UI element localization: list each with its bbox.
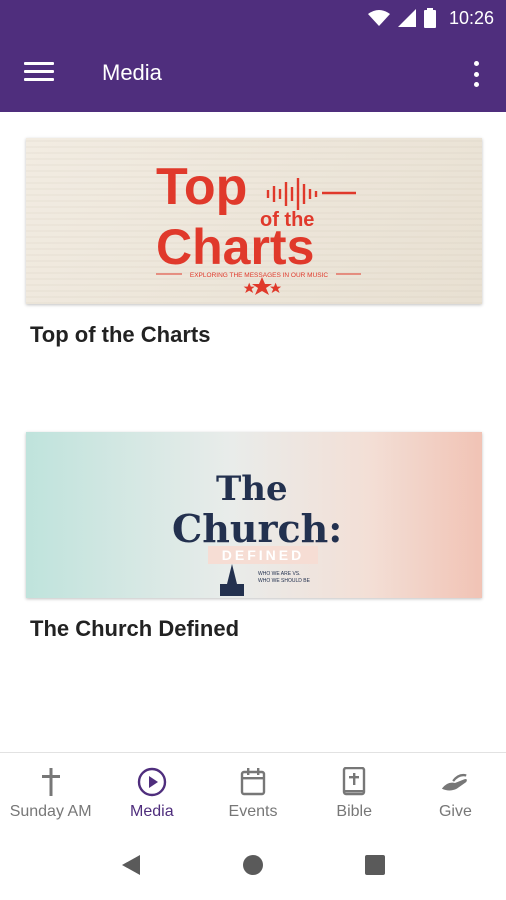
- home-icon[interactable]: [240, 852, 266, 878]
- banner-text-line1: Top: [156, 158, 247, 216]
- banner-text-line3: Charts: [156, 219, 314, 275]
- recents-icon[interactable]: [362, 852, 388, 878]
- giving-hand-icon: [440, 767, 470, 797]
- media-card-the-church-defined[interactable]: The Church: DEFINED WHO WE ARE VS. WHO W…: [26, 432, 482, 642]
- bible-icon: [339, 767, 369, 797]
- battery-icon: [424, 8, 436, 28]
- cross-icon: [36, 767, 66, 797]
- play-circle-icon: [137, 767, 167, 797]
- soundwave-icon: [266, 178, 356, 210]
- stars-decoration: [243, 277, 282, 295]
- banner-tagline-2: WHO WE SHOULD BE: [258, 578, 311, 584]
- media-list: Top of the Charts EXPLORING THE MESSAGES…: [0, 112, 506, 752]
- nav-label: Media: [130, 803, 174, 820]
- status-icons: [368, 8, 436, 28]
- nav-item-media[interactable]: Media: [101, 753, 202, 830]
- page-title: Media: [102, 60, 162, 85]
- nav-label: Give: [438, 803, 472, 820]
- system-nav-bar: [0, 830, 506, 900]
- banner-text-line2: Church:: [172, 506, 342, 551]
- status-bar: 10:26: [0, 0, 506, 36]
- status-time: 10:26: [448, 8, 494, 28]
- banner-text-line3: DEFINED: [222, 547, 304, 563]
- back-icon[interactable]: [118, 852, 144, 878]
- calendar-icon: [238, 767, 268, 797]
- nav-label: Sunday AM: [9, 803, 92, 820]
- wifi-icon: [368, 10, 390, 26]
- media-banner: The Church: DEFINED WHO WE ARE VS. WHO W…: [26, 432, 482, 598]
- nav-item-events[interactable]: Events: [202, 753, 303, 830]
- nav-label: Bible: [336, 803, 372, 820]
- media-card-top-of-the-charts[interactable]: Top of the Charts EXPLORING THE MESSAGES…: [26, 138, 482, 348]
- banner-tagline-1: WHO WE ARE VS.: [258, 571, 301, 577]
- media-title: The Church Defined: [30, 616, 240, 641]
- hamburger-menu-icon[interactable]: [24, 62, 54, 86]
- overflow-menu-icon[interactable]: [466, 58, 486, 90]
- nav-label: Events: [228, 803, 278, 820]
- media-banner: Top of the Charts EXPLORING THE MESSAGES…: [26, 138, 482, 304]
- signal-icon: [398, 9, 416, 27]
- nav-item-sunday-am[interactable]: Sunday AM: [0, 753, 101, 830]
- media-title: Top of the Charts: [30, 322, 211, 347]
- banner-tagline: EXPLORING THE MESSAGES IN OUR MUSIC: [190, 272, 329, 279]
- banner-text-line1: The: [216, 469, 288, 509]
- app-bar: Media: [0, 36, 506, 112]
- nav-item-bible[interactable]: Bible: [304, 753, 405, 830]
- bottom-nav: Sunday AM Media Events Bible Give: [0, 752, 506, 830]
- series-logo: Top of the Charts EXPLORING THE MESSAGES…: [156, 158, 361, 295]
- series-logo: The Church: DEFINED WHO WE ARE VS. WHO W…: [172, 469, 342, 596]
- nav-item-give[interactable]: Give: [405, 753, 506, 830]
